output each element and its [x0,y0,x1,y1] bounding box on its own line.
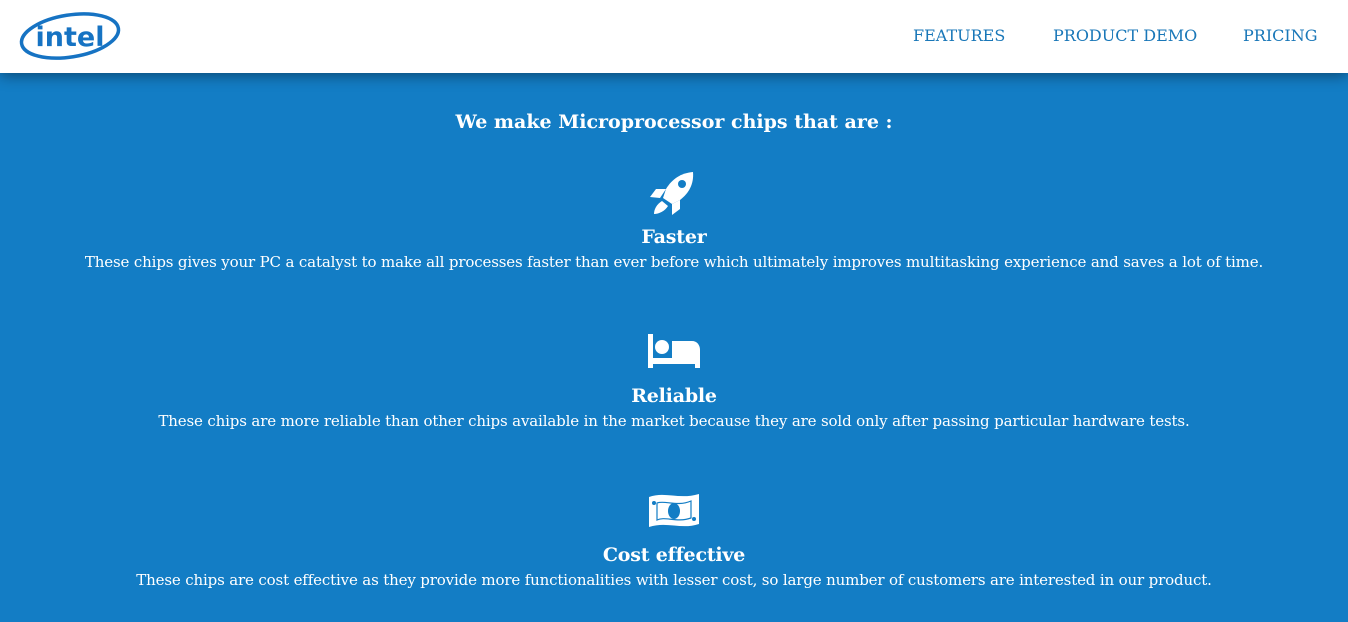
feature-description: These chips are more reliable than other… [158,412,1190,430]
feature-title: Faster [641,226,707,248]
nav-features-link[interactable]: FEATURES [913,26,1005,45]
nav-product-demo-link[interactable]: PRODUCT DEMO [1053,26,1197,45]
bed-icon [648,334,700,368]
feature-reliable: Reliable These chips are more reliable t… [0,330,1348,430]
feature-cost-effective: Cost effective These chips are cost effe… [0,489,1348,589]
money-bill-icon [649,494,699,527]
intel-logo[interactable]: intel [18,10,122,62]
site-header: intel FEATURES PRODUCT DEMO PRICING [0,0,1348,73]
logo-text: intel [36,22,105,53]
feature-description: These chips gives your PC a catalyst to … [84,253,1264,271]
feature-description: These chips are cost effective as they p… [136,571,1212,589]
feature-title: Reliable [631,385,717,407]
nav-pricing-link[interactable]: PRICING [1243,26,1317,45]
features-section: We make Microprocessor chips that are : … [0,73,1348,622]
feature-title: Cost effective [602,544,746,566]
feature-faster: Faster These chips gives your PC a catal… [0,171,1348,271]
rocket-icon [650,172,694,215]
section-headline: We make Microprocessor chips that are : [455,111,893,133]
